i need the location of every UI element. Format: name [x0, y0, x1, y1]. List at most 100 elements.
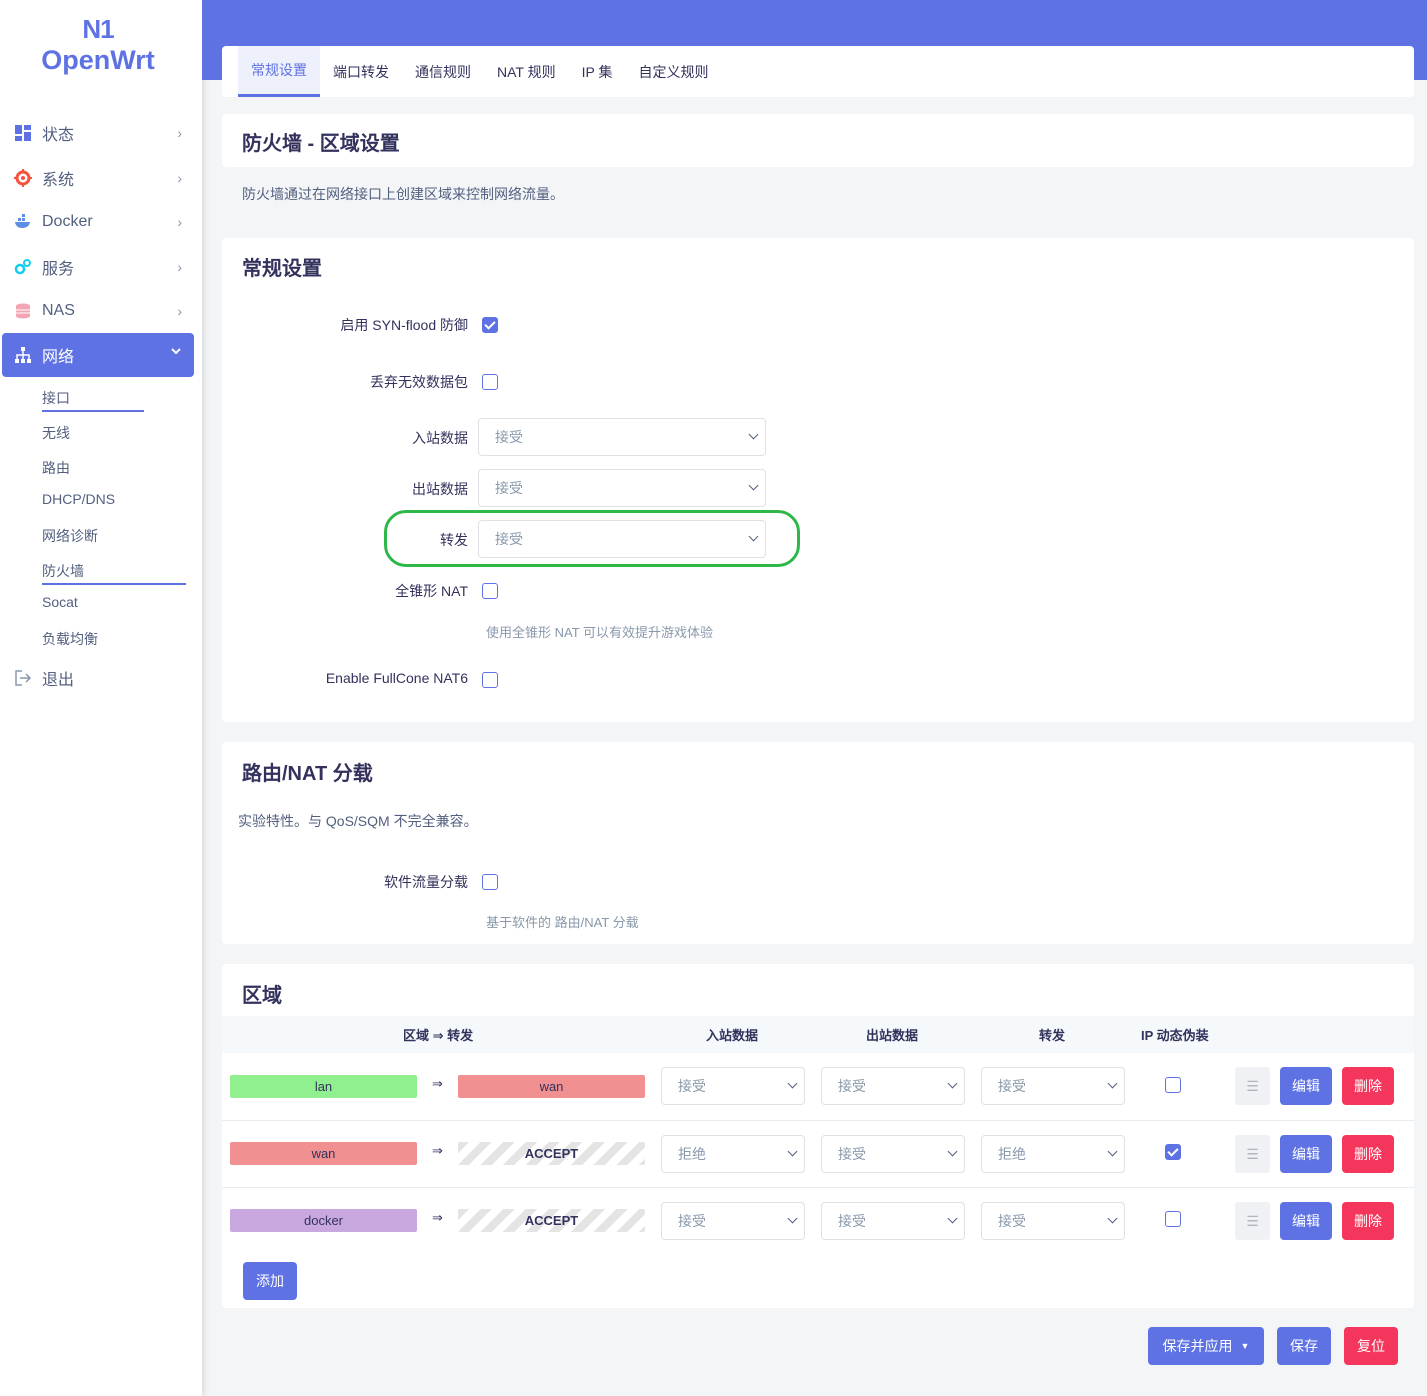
fullcone-checkbox[interactable] [482, 583, 498, 599]
sidebar-subitem-socat[interactable]: Socat [42, 594, 78, 610]
zone-masq-checkbox[interactable] [1165, 1077, 1181, 1093]
col-input: 入站数据 [706, 1028, 759, 1043]
sw-offload-label: 软件流量分载 [384, 874, 468, 890]
save-apply-label: 保存并应用 [1162, 1338, 1233, 1354]
edit-button[interactable]: 编辑 [1280, 1135, 1332, 1173]
tab-nat-rules[interactable]: NAT 规则 [484, 46, 569, 97]
sidebar-item-label: 服务 [42, 261, 75, 278]
chevron-right-icon: › [177, 125, 182, 141]
zone-forward-select[interactable]: 拒绝 [981, 1135, 1125, 1173]
section-title: 常规设置 [242, 258, 322, 280]
reset-button[interactable]: 复位 [1344, 1327, 1398, 1365]
zone-output-select[interactable]: 接受 [821, 1135, 965, 1173]
select-value: 接受 [998, 1213, 1026, 1229]
delete-button[interactable]: 删除 [1342, 1135, 1394, 1173]
drop-invalid-checkbox[interactable] [482, 374, 498, 390]
input-policy-select[interactable]: 接受 [478, 418, 766, 456]
tab-custom-rules[interactable]: 自定义规则 [625, 46, 721, 97]
sidebar-subitem-diagnostics[interactable]: 网络诊断 [42, 526, 98, 546]
section-title: 区域 [242, 985, 282, 1007]
sidebar-item-network[interactable]: 网络 [2, 333, 194, 377]
sidebar-item-label: 退出 [42, 672, 75, 689]
sidebar-item-docker[interactable]: Docker › [2, 200, 194, 244]
active-underline [42, 583, 186, 585]
add-zone-button[interactable]: 添加 [243, 1262, 297, 1300]
sidebar-subitem-loadbalance[interactable]: 负载均衡 [42, 629, 98, 649]
zone-input-select[interactable]: 拒绝 [661, 1135, 805, 1173]
page-title-card: 防火墙 - 区域设置 [222, 114, 1414, 167]
select-value: 接受 [838, 1146, 866, 1162]
input-label: 入站数据 [412, 430, 468, 446]
sidebar-item-nas[interactable]: NAS › [2, 289, 194, 333]
drag-handle[interactable]: ☰ [1235, 1135, 1270, 1173]
tab-ipsets[interactable]: IP 集 [569, 46, 626, 97]
zone-output-select[interactable]: 接受 [821, 1067, 965, 1105]
row-divider [222, 1120, 1414, 1121]
zone-output-select[interactable]: 接受 [821, 1202, 965, 1240]
select-value: 接受 [678, 1213, 706, 1229]
output-label: 出站数据 [412, 481, 468, 497]
zone-input-select[interactable]: 接受 [661, 1202, 805, 1240]
sidebar-item-system[interactable]: 系统 › [2, 156, 194, 200]
chevron-down-icon [748, 480, 759, 491]
zone-masq-checkbox[interactable] [1165, 1211, 1181, 1227]
drop-invalid-label: 丢弃无效数据包 [370, 374, 468, 390]
output-policy-select[interactable]: 接受 [478, 469, 766, 507]
save-apply-button[interactable]: 保存并应用 ▼ [1148, 1327, 1264, 1365]
sidebar-item-status[interactable]: 状态 › [2, 111, 194, 155]
forward-arrow: ⇒ [432, 1210, 443, 1225]
zone-forward-select[interactable]: 接受 [981, 1202, 1125, 1240]
docker-icon [14, 213, 32, 231]
select-value: 接受 [998, 1078, 1026, 1094]
sidebar-subitem-routes[interactable]: 路由 [42, 458, 70, 478]
zone-input-select[interactable]: 接受 [661, 1067, 805, 1105]
delete-button[interactable]: 删除 [1342, 1202, 1394, 1240]
sidebar-subitem-firewall[interactable]: 防火墙 [42, 561, 84, 581]
sidebar-item-label: 网络 [42, 349, 75, 366]
sw-offload-checkbox[interactable] [482, 874, 498, 890]
fullcone-hint: 使用全锥形 NAT 可以有效提升游戏体验 [486, 625, 714, 640]
select-value: 接受 [678, 1078, 706, 1094]
zone-dest-badge: ACCEPT [458, 1209, 645, 1232]
section-title: 路由/NAT 分载 [242, 763, 373, 785]
tab-port-forward[interactable]: 端口转发 [320, 46, 402, 97]
sidebar-subitem-wireless[interactable]: 无线 [42, 423, 70, 443]
tab-general[interactable]: 常规设置 [238, 46, 320, 97]
chevron-down-icon [947, 1213, 958, 1224]
sidebar: N1 OpenWrt 状态 › 系统 › Docker › 服务 › NAS › [0, 0, 202, 1396]
forward-arrow: ⇒ [432, 1076, 443, 1091]
zone-name-badge: docker [230, 1209, 417, 1232]
chevron-down-icon [947, 1146, 958, 1157]
sidebar-item-services[interactable]: 服务 › [2, 245, 194, 289]
offload-card: 路由/NAT 分载 [222, 742, 1414, 944]
active-underline [42, 410, 144, 412]
col-masquerade: IP 动态伪装 [1141, 1028, 1209, 1043]
caret-down-icon: ▼ [1240, 1341, 1250, 1351]
select-value: 接受 [495, 429, 523, 445]
delete-button[interactable]: 删除 [1342, 1067, 1394, 1105]
sidebar-subitem-dhcp[interactable]: DHCP/DNS [42, 491, 115, 507]
sidebar-subitem-interfaces[interactable]: 接口 [42, 388, 70, 408]
edit-button[interactable]: 编辑 [1280, 1202, 1332, 1240]
zone-forward-select[interactable]: 接受 [981, 1067, 1125, 1105]
drag-handle[interactable]: ☰ [1235, 1202, 1270, 1240]
tab-traffic-rules[interactable]: 通信规则 [402, 46, 484, 97]
logo-n1: N1 [82, 14, 114, 44]
zone-masq-checkbox[interactable] [1165, 1144, 1181, 1160]
chevron-down-icon [787, 1146, 798, 1157]
col-forward: 转发 [1039, 1028, 1066, 1043]
syn-flood-checkbox[interactable] [482, 317, 498, 333]
fullcone6-checkbox[interactable] [482, 672, 498, 688]
drag-handle[interactable]: ☰ [1235, 1067, 1270, 1105]
chevron-down-icon [1107, 1146, 1118, 1157]
chevron-right-icon: › [177, 259, 182, 275]
chevron-down-icon [947, 1078, 958, 1089]
sidebar-item-logout[interactable]: 退出 [2, 656, 194, 700]
chevron-down-icon [787, 1213, 798, 1224]
logo[interactable]: N1 OpenWrt [0, 14, 196, 76]
logout-icon [14, 669, 32, 687]
highlight-annotation [384, 510, 800, 567]
edit-button[interactable]: 编辑 [1280, 1067, 1332, 1105]
chevron-right-icon: › [177, 170, 182, 186]
save-button[interactable]: 保存 [1277, 1327, 1331, 1365]
